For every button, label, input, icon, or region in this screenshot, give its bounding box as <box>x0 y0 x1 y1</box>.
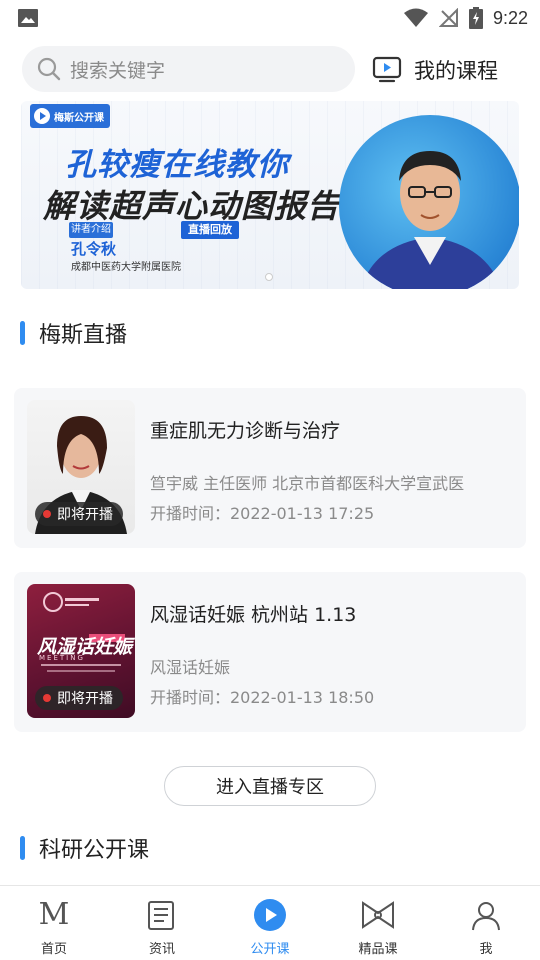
poster-subtitle: MEETING <box>39 654 85 662</box>
status-time: 9:22 <box>492 7 528 28</box>
course-lecturer: 风湿话妊娠 <box>150 658 231 677</box>
course-thumbnail: 风湿话妊娠 MEETING 即将开播 <box>27 584 135 718</box>
brand-tag-text: 梅斯公开课 <box>54 112 104 124</box>
live-section-header: 梅斯直播 <box>20 317 127 349</box>
user-icon <box>469 898 503 932</box>
play-icon <box>253 898 287 932</box>
section-accent-bar <box>20 836 25 860</box>
course-card[interactable]: 即将开播 重症肌无力诊断与治疗 笪宇威 主任医师 北京市首都医科大学宣武医 开播… <box>14 388 526 548</box>
upcoming-badge: 即将开播 <box>35 502 123 526</box>
m-logo-icon: M <box>38 897 70 932</box>
course-lecturer: 笪宇威 主任医师 北京市首都医科大学宣武医 <box>150 474 465 493</box>
speaker-name: 孔令秋 <box>71 240 117 258</box>
live-section-title: 梅斯直播 <box>39 323 128 348</box>
tab-label: 精品课 <box>358 942 398 957</box>
banner-brand-tag: 梅斯公开课 <box>30 104 110 128</box>
tab-label: 我 <box>479 942 493 957</box>
live-dot-icon <box>43 510 51 518</box>
carousel-dot[interactable] <box>265 273 273 281</box>
upcoming-badge: 即将开播 <box>35 686 123 710</box>
tab-home[interactable]: M 首页 <box>0 886 108 960</box>
bow-icon <box>361 898 395 932</box>
search-input[interactable]: 搜索关键字 <box>22 46 355 92</box>
tab-label: 首页 <box>40 942 67 957</box>
brand-play-icon <box>34 108 50 124</box>
my-courses-button[interactable]: 我的课程 <box>372 50 498 90</box>
speaker-tag: 讲者介绍 <box>69 222 113 238</box>
course-card[interactable]: 风湿话妊娠 MEETING 即将开播 风湿话妊娠 杭州站 1.13 风湿话妊娠 … <box>14 572 526 732</box>
tab-news[interactable]: 资讯 <box>108 886 216 960</box>
speaker-hospital: 成都中医药大学附属医院 <box>71 262 181 273</box>
section-accent-bar <box>20 321 25 345</box>
image-icon <box>18 9 38 27</box>
course-title: 风湿话妊娠 杭州站 1.13 <box>150 604 357 626</box>
tab-label: 公开课 <box>250 942 290 957</box>
badge-label: 即将开播 <box>57 507 113 523</box>
research-section-header: 科研公开课 <box>20 832 149 864</box>
replay-tag: 直播回放 <box>181 221 239 239</box>
research-section-title: 科研公开课 <box>39 838 150 863</box>
live-dot-icon <box>43 694 51 702</box>
wifi-icon <box>403 8 428 27</box>
course-title: 重症肌无力诊断与治疗 <box>150 420 341 442</box>
tab-open-course[interactable]: 公开课 <box>216 886 324 960</box>
tab-me[interactable]: 我 <box>432 886 540 960</box>
speaker-illustration <box>360 151 502 289</box>
course-start-time: 开播时间：2022-01-13 18:50 <box>150 688 375 707</box>
my-courses-label: 我的课程 <box>414 59 498 83</box>
course-thumbnail: 即将开播 <box>27 400 135 534</box>
tv-play-icon <box>372 56 402 83</box>
battery-icon <box>468 7 483 29</box>
banner-title-line1: 孔较瘦在线教你 <box>65 147 289 183</box>
search-icon <box>37 57 61 81</box>
course-start-time: 开播时间：2022-01-13 17:25 <box>150 504 375 523</box>
news-icon <box>145 898 179 932</box>
tab-label: 资讯 <box>148 942 175 957</box>
speaker-photo <box>339 115 519 289</box>
promo-banner[interactable]: 梅斯公开课 孔较瘦在线教你 解读超声心动图报告 讲者介绍 孔令秋 成都中医药大学… <box>21 101 519 289</box>
tab-premium-course[interactable]: 精品课 <box>324 886 432 960</box>
bottom-tab-bar: M 首页 资讯 公开课 精品课 我 <box>0 885 540 960</box>
status-bar: 9:22 <box>0 0 540 36</box>
enter-live-zone-button[interactable]: 进入直播专区 <box>164 766 376 806</box>
search-placeholder: 搜索关键字 <box>70 59 166 82</box>
badge-label: 即将开播 <box>57 691 113 707</box>
no-signal-icon <box>438 8 458 27</box>
